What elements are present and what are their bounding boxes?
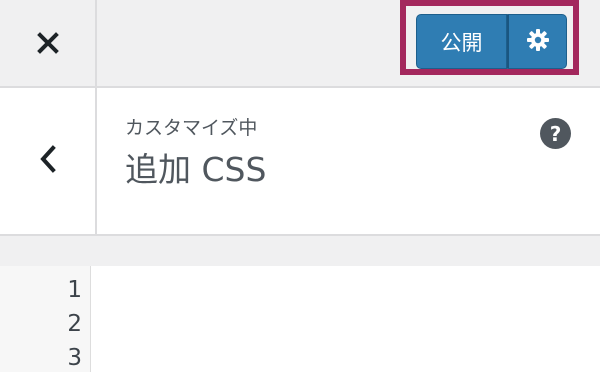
css-code-editor: 1 2 3	[0, 266, 600, 372]
line-number: 2	[67, 311, 82, 337]
close-button[interactable]	[0, 0, 97, 86]
css-code-input[interactable]	[91, 266, 600, 372]
back-button[interactable]	[0, 88, 97, 234]
line-number: 3	[67, 345, 82, 371]
help-icon[interactable]: ?	[540, 118, 571, 149]
line-number: 1	[67, 277, 82, 303]
close-icon	[36, 32, 59, 54]
customizer-header: 公開	[0, 0, 600, 88]
section-title-panel: カスタマイズ中 追加 CSS ?	[0, 88, 600, 236]
publish-button[interactable]: 公開	[416, 14, 507, 69]
line-number-gutter: 1 2 3	[0, 266, 91, 372]
publish-settings-button[interactable]	[507, 14, 567, 69]
gear-icon	[526, 28, 550, 56]
chevron-left-icon	[38, 145, 58, 177]
section-title-wrap: カスタマイズ中 追加 CSS	[125, 116, 266, 190]
customizing-label: カスタマイズ中	[125, 117, 258, 139]
publish-button-group: 公開	[416, 14, 567, 69]
section-title: 追加 CSS	[125, 150, 267, 189]
customizer-panel: 公開 カスタマイズ中 追加 CSS ? 1 2 3	[0, 0, 600, 372]
